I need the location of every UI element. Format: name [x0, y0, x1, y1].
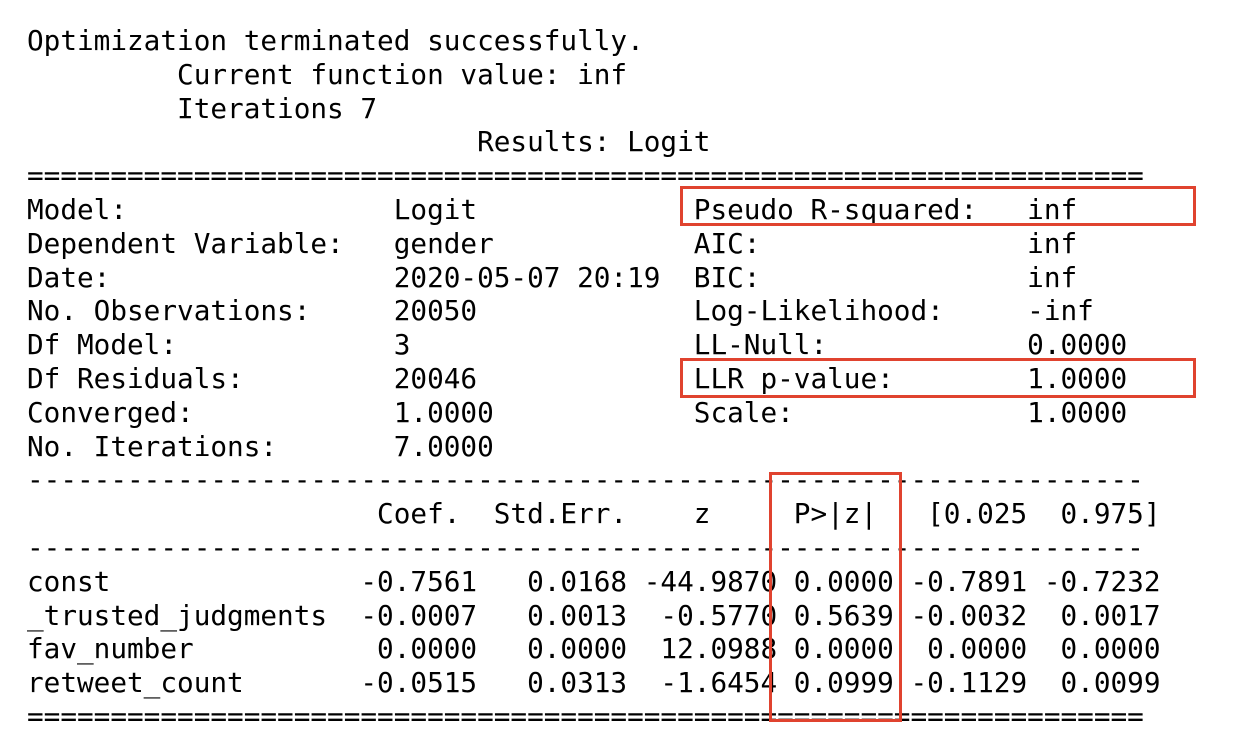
coef-row-retweet-count: retweet_count -0.0515 0.0313 -1.6454 0.0…	[27, 666, 1161, 700]
coef-row-trusted-judgments: _trusted_judgments -0.0007 0.0013 -0.577…	[27, 598, 1161, 632]
summary-row-no-iterations: No. Iterations: 7.0000	[27, 429, 494, 463]
iterations-line: Iterations 7	[27, 91, 378, 125]
current-function-value: Current function value: inf	[27, 57, 628, 91]
summary-row-df-residuals: Df Residuals: 20046 LLR p-value: 1.0000	[27, 361, 1128, 395]
summary-row-observations: No. Observations: 20050 Log-Likelihood: …	[27, 294, 1094, 328]
summary-row-model: Model: Logit Pseudo R-squared: inf	[27, 192, 1078, 226]
summary-row-dependent-variable: Dependent Variable: gender AIC: inf	[27, 226, 1078, 260]
double-rule-bottom: ========================================…	[27, 699, 1144, 733]
coef-row-const: const -0.7561 0.0168 -44.9870 0.0000 -0.…	[27, 564, 1161, 598]
summary-row-df-model: Df Model: 3 LL-Null: 0.0000	[27, 328, 1128, 362]
single-rule-mid: ----------------------------------------…	[27, 463, 1144, 497]
results-title: Results: Logit	[27, 125, 711, 159]
optimization-status: Optimization terminated successfully.	[27, 24, 644, 57]
summary-row-converged: Converged: 1.0000 Scale: 1.0000	[27, 395, 1128, 429]
coef-table-header: Coef. Std.Err. z P>|z| [0.025 0.975]	[27, 497, 1161, 531]
summary-row-date: Date: 2020-05-07 20:19 BIC: inf	[27, 260, 1078, 294]
regression-output: Optimization terminated successfully. Cu…	[27, 24, 1161, 734]
double-rule-top: ========================================…	[27, 159, 1144, 193]
coef-row-fav-number: fav_number 0.0000 0.0000 12.0988 0.0000 …	[27, 632, 1161, 666]
single-rule-header: ----------------------------------------…	[27, 530, 1144, 564]
